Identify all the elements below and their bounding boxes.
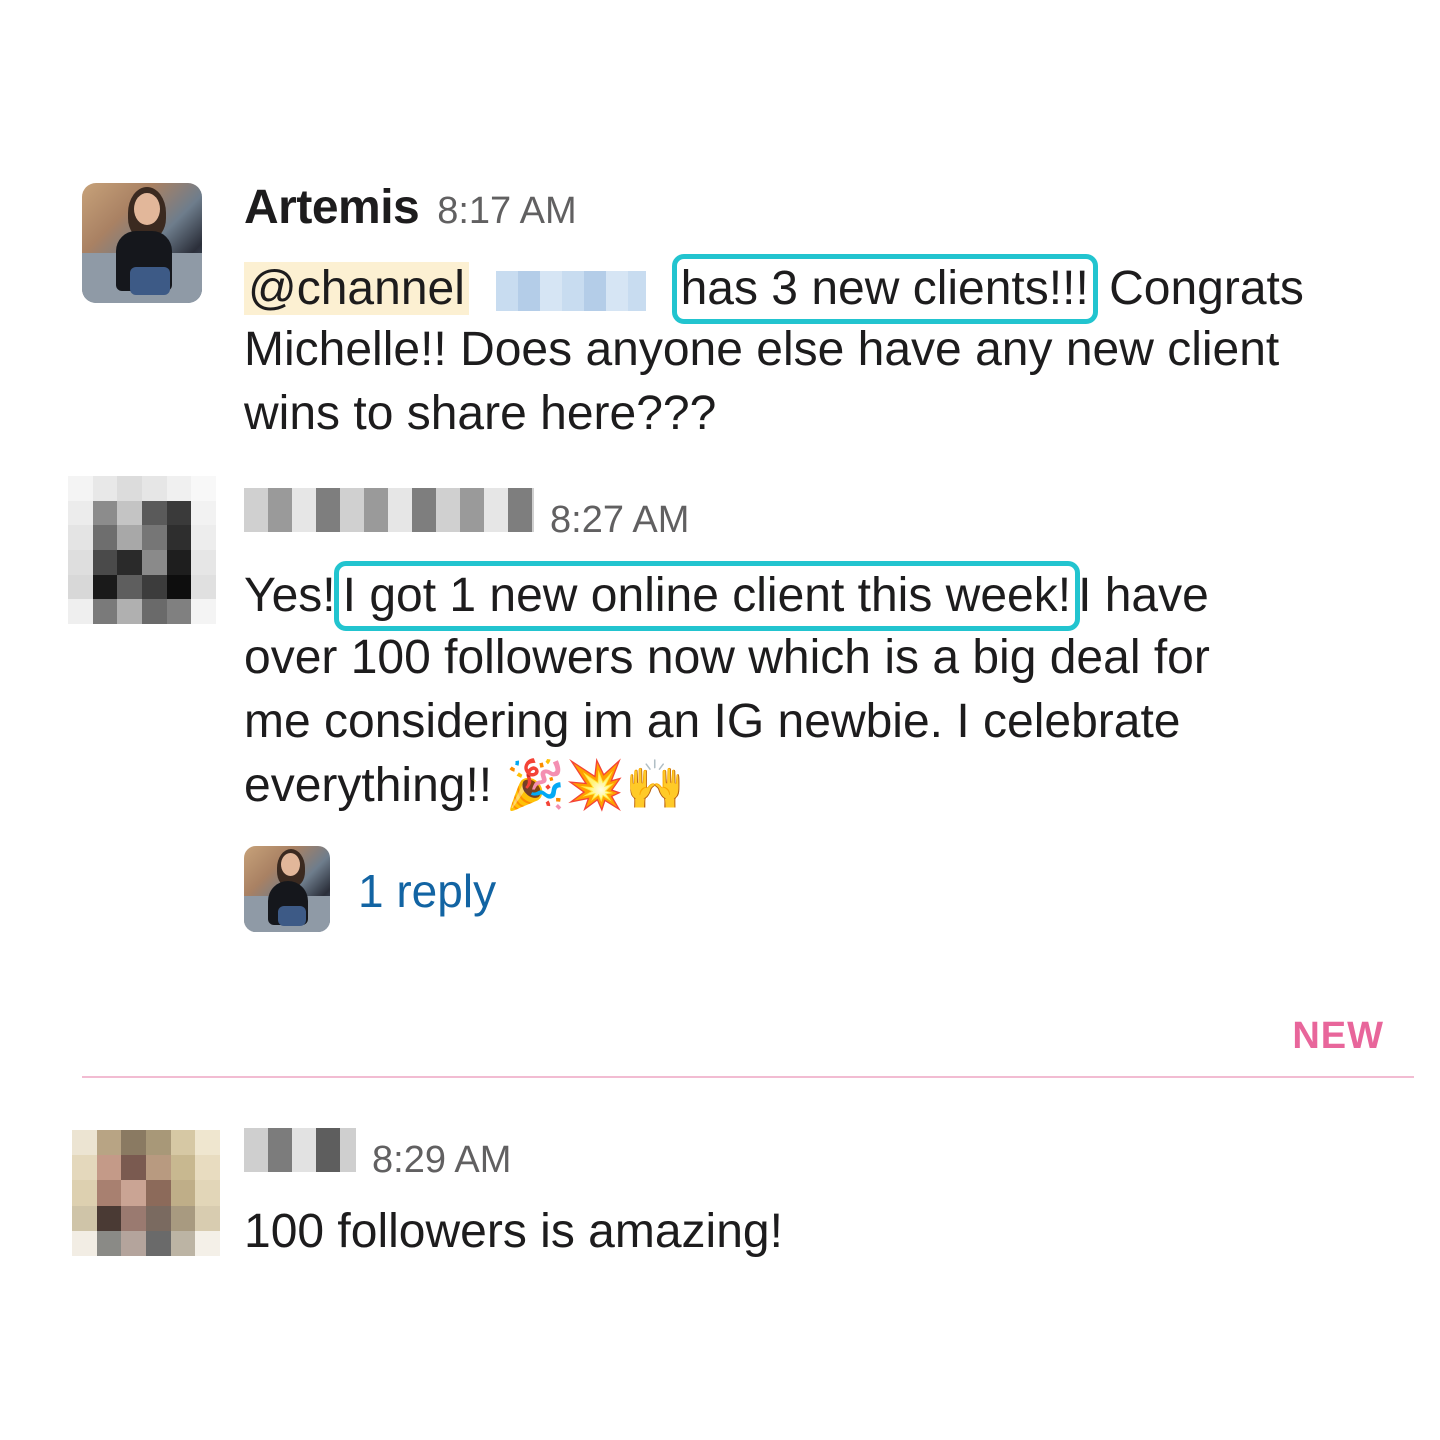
message-1-line-3: wins to share here??? (244, 387, 717, 440)
text-before-highlight: Yes! (244, 569, 336, 622)
timestamp[interactable]: 8:17 AM (437, 190, 576, 233)
message-2-line-4: everything!! 🎉💥🙌 (244, 759, 685, 812)
message-2-header: 8:27 AM (244, 488, 689, 542)
message-3-header: 8:29 AM (244, 1128, 511, 1182)
message-2-line-3: me considering im an IG newbie. I celebr… (244, 695, 1181, 748)
blurred-name (496, 271, 647, 312)
timestamp[interactable]: 8:27 AM (550, 499, 689, 542)
new-messages-divider (82, 1076, 1414, 1078)
message-1-line-2: Michelle!! Does anyone else have any new… (244, 323, 1280, 376)
blurred-author-name[interactable] (244, 1128, 356, 1172)
text-after-highlight: Congrats (1095, 262, 1304, 315)
author-name[interactable]: Artemis (244, 180, 420, 235)
message-2-line-1: Yes! I got 1 new online client this week!… (244, 561, 1209, 631)
highlight-box: has 3 new clients!!! (671, 254, 1098, 324)
artemis-avatar[interactable] (82, 183, 202, 303)
text-after-highlight: I have (1078, 569, 1209, 622)
new-messages-label: NEW (1292, 1015, 1384, 1057)
blurred-avatar[interactable] (68, 476, 216, 624)
timestamp[interactable]: 8:29 AM (372, 1139, 511, 1182)
blurred-avatar[interactable] (72, 1130, 220, 1256)
message-1-header: Artemis 8:17 AM (244, 180, 577, 235)
message-1-line-1: @channel has 3 new clients!!! Congrats (244, 254, 1304, 324)
highlighted-text: has 3 new clients!!! (680, 262, 1089, 315)
thread-reply-link[interactable]: 1 reply (358, 864, 496, 918)
highlighted-text: I got 1 new online client this week! (342, 569, 1072, 622)
channel-mention[interactable]: @channel (244, 262, 469, 315)
message-2-line-2: over 100 followers now which is a big de… (244, 631, 1210, 684)
reply-avatar[interactable] (244, 846, 330, 932)
highlight-box: I got 1 new online client this week! (333, 561, 1081, 631)
blurred-author-name[interactable] (244, 488, 534, 532)
message-3-line-1: 100 followers is amazing! (244, 1205, 783, 1258)
